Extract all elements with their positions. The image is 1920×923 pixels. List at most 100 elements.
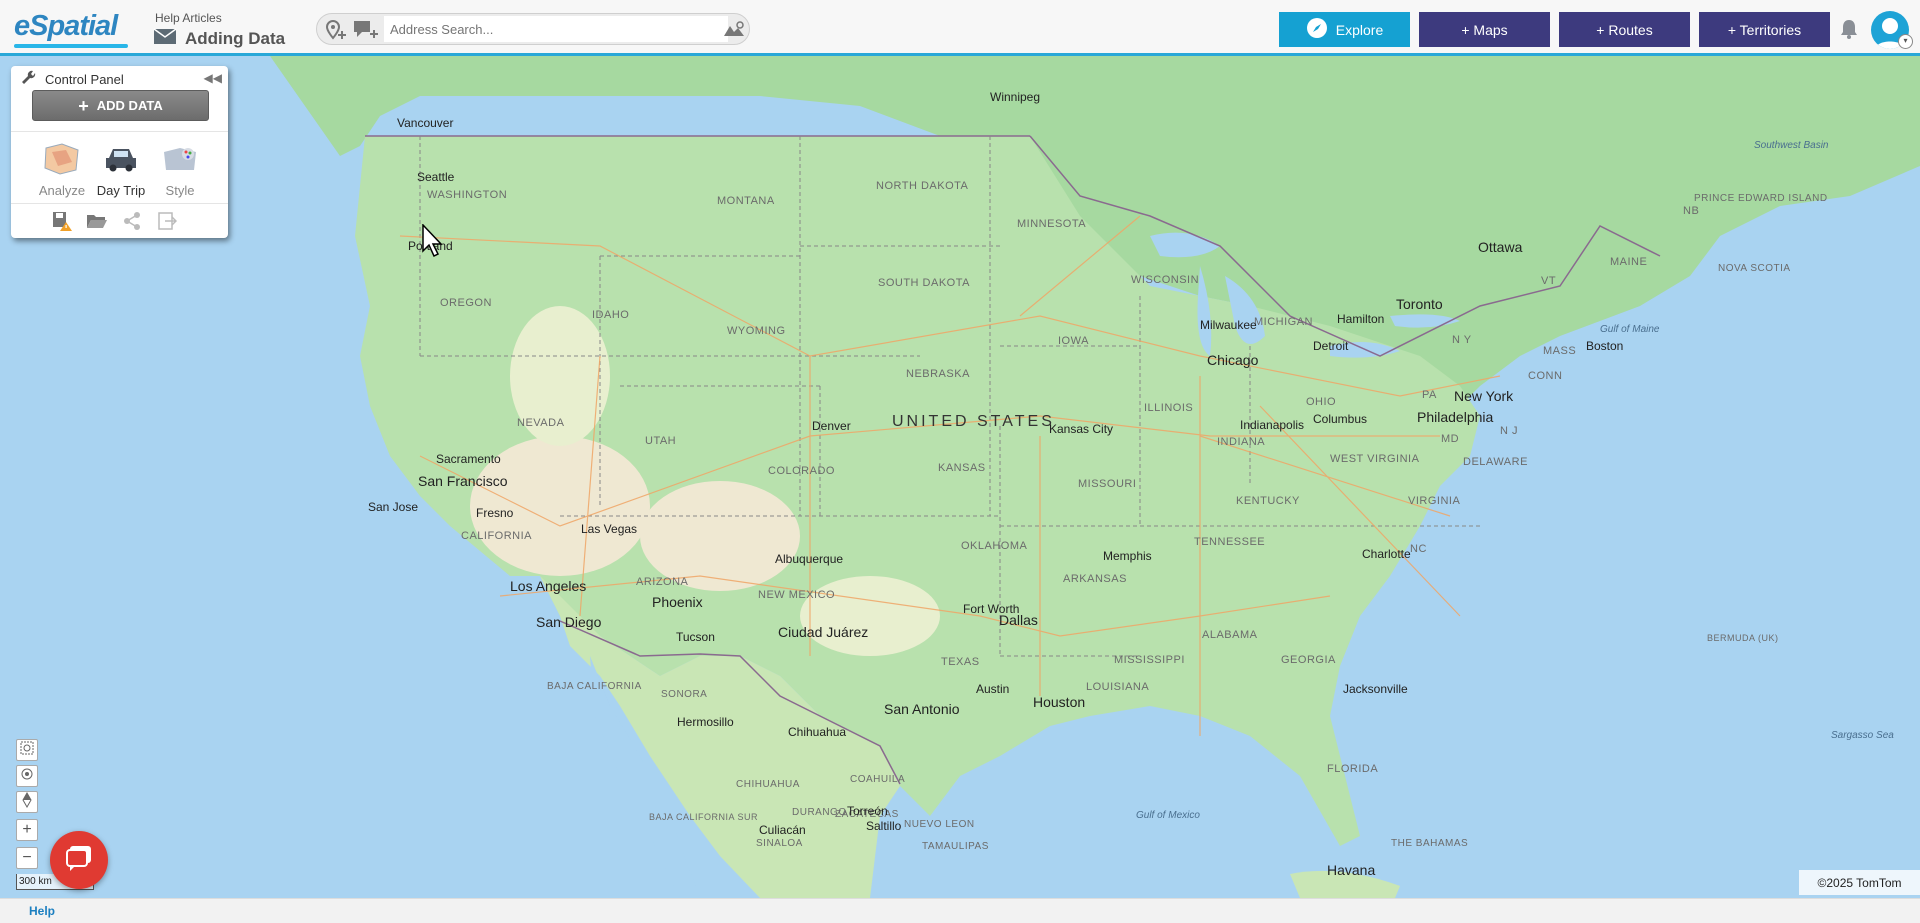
city-label: Phoenix [652,594,703,610]
state-label: CONN [1528,370,1563,382]
state-label: NEVADA [517,417,565,429]
collapse-panel-icon[interactable]: ◀◀ [204,71,222,85]
state-label: ILLINOIS [1144,402,1194,414]
city-label: Denver [812,419,851,433]
help-link[interactable]: Help [29,904,55,918]
state-label: TEXAS [941,656,980,668]
state-label: DELAWARE [1463,456,1528,468]
day-trip-label: Day Trip [96,183,146,198]
control-panel-actions [51,210,178,232]
state-label: MISSISSIPPI [1114,654,1185,666]
state-label: ARIZONA [636,576,689,588]
state-label: NUEVO LEON [904,819,975,830]
city-label: Houston [1033,694,1086,710]
top-bar: eSpatial Help Articles Adding Data Explo… [0,0,1920,56]
analyze-tool[interactable]: Analyze [32,142,92,198]
state-label: PA [1422,389,1437,401]
export-icon[interactable] [156,210,178,232]
plus-icon: + [22,821,32,838]
address-search-input[interactable] [384,16,728,42]
analyze-icon [42,143,82,179]
divider [11,131,228,132]
locate-me-button[interactable] [16,765,38,787]
state-label: KENTUCKY [1236,495,1300,507]
state-label: NC [1410,543,1427,555]
map-canvas[interactable]: UNITED STATES WASHINGTON OREGON IDAHO MO… [0,56,1920,898]
state-label: TENNESSEE [1194,536,1266,548]
state-label: FLORIDA [1327,763,1379,775]
crosshair-icon [20,767,34,786]
state-label: MONTANA [717,195,775,207]
help-articles-label: Help Articles [155,11,222,25]
north-arrow-icon [22,791,32,813]
share-icon[interactable] [121,210,143,232]
add-data-button[interactable]: + ADD DATA [32,90,209,121]
city-label: Indianapolis [1240,418,1305,432]
state-label: NORTH DAKOTA [876,180,969,192]
city-label: Milwaukee [1200,318,1257,332]
add-location-icon[interactable] [324,19,348,41]
map-search-icon[interactable] [722,19,746,41]
state-label: KANSAS [938,462,986,474]
add-routes-button[interactable]: + Routes [1559,12,1690,47]
plus-icon: + [78,95,89,116]
add-maps-button[interactable]: + Maps [1419,12,1550,47]
save-warning-icon[interactable] [51,210,73,232]
city-label: Havana [1327,862,1376,878]
state-label: GEORGIA [1281,654,1336,666]
state-label: NEBRASKA [906,368,970,380]
state-label: NOVA SCOTIA [1718,263,1791,274]
zoom-out-button[interactable]: − [16,847,38,869]
map-copyright: ©2025 TomTom [1799,870,1920,895]
state-label: WASHINGTON [427,189,508,201]
state-label: THE BAHAMAS [1391,838,1469,849]
add-comment-icon[interactable] [353,19,378,41]
state-label: IOWA [1058,335,1089,347]
add-territories-button[interactable]: + Territories [1699,12,1830,47]
zoom-in-button[interactable]: + [16,819,38,841]
wrench-icon [21,70,37,89]
state-label: OHIO [1306,396,1337,408]
city-label: Memphis [1103,549,1152,563]
city-label: Sacramento [436,452,501,466]
logo-text: eSpatial [14,10,118,42]
chevron-down-icon[interactable]: ▾ [1898,34,1913,49]
state-label: MAINE [1610,256,1648,268]
city-label: New York [1454,388,1514,404]
state-label: VT [1541,275,1557,287]
city-label: Boston [1586,339,1624,353]
state-label: COAHUILA [850,774,906,785]
state-label: SINALOA [756,838,803,849]
state-label: BAJA CALIFORNIA SUR [649,812,759,822]
mouse-cursor-icon [422,223,444,263]
page-title: Adding Data [185,28,286,48]
state-label: INDIANA [1217,436,1266,448]
city-label: Albuquerque [775,552,844,566]
state-label: CALIFORNIA [461,530,533,542]
zoom-to-area-button[interactable] [16,739,38,761]
logo-swoosh [14,44,128,48]
city-label: Fresno [476,506,514,520]
style-tool[interactable]: Style [150,142,210,198]
folder-open-icon[interactable] [86,210,108,232]
city-label: Chicago [1207,352,1259,368]
day-trip-tool[interactable]: Day Trip [91,142,151,198]
city-label: Detroit [1313,339,1349,353]
page-title-row: Adding Data [153,26,286,51]
state-label: PRINCE EDWARD ISLAND [1694,193,1828,204]
espatial-logo[interactable]: eSpatial [14,10,128,48]
state-label: BERMUDA (UK) [1707,633,1779,643]
state-label: N Y [1452,334,1472,346]
bell-icon[interactable] [1840,19,1858,44]
compass-north-button[interactable] [16,791,38,813]
minus-icon: − [22,849,32,866]
chat-button[interactable] [50,831,108,889]
explore-button[interactable]: Explore [1279,12,1410,47]
envelope-map-icon [153,26,177,51]
chat-bubble-icon [64,843,94,878]
car-icon [103,149,139,179]
state-label: VIRGINIA [1408,495,1461,507]
city-label: Los Angeles [510,578,587,594]
state-label: TAMAULIPAS [922,841,989,852]
city-label: Ottawa [1478,239,1523,255]
